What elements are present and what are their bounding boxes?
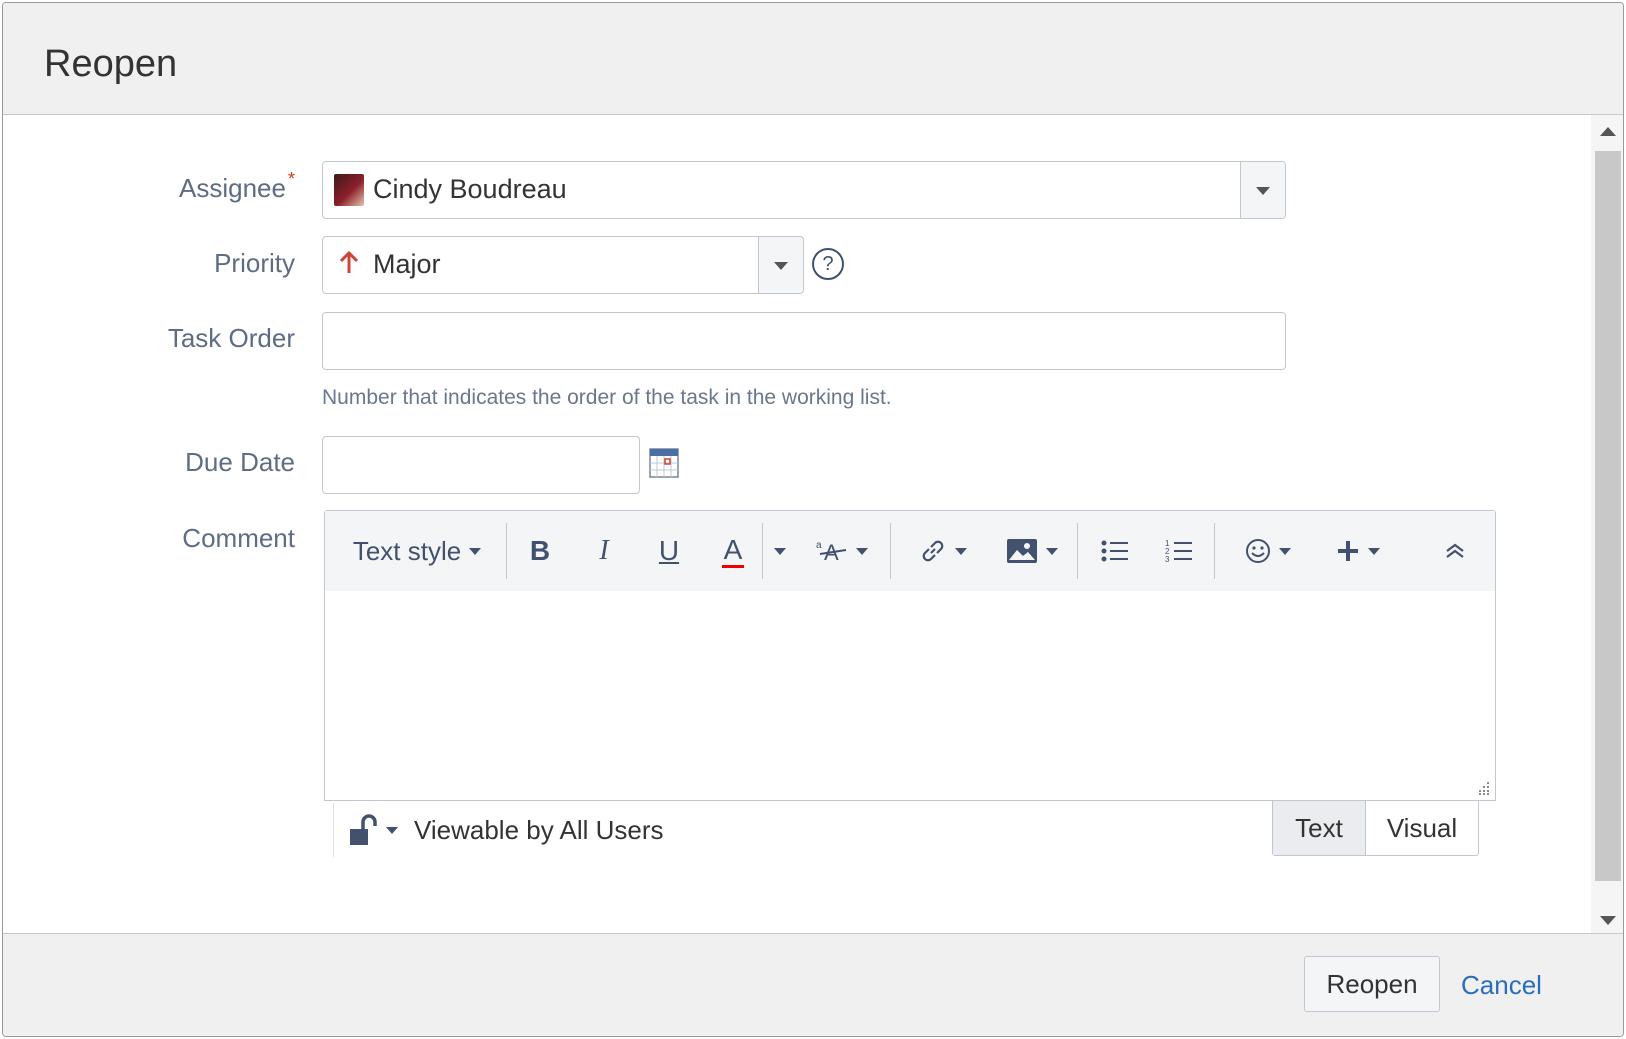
link-icon xyxy=(922,540,944,562)
visibility-selector[interactable]: Viewable by All Users xyxy=(333,803,694,857)
dialog-body: Assignee * Cindy Boudreau Priority Major … xyxy=(3,115,1593,937)
dialog-scrollbar[interactable] xyxy=(1591,115,1623,937)
toolbar-separator xyxy=(890,523,891,579)
toolbar-separator xyxy=(1077,523,1078,579)
comment-textarea[interactable] xyxy=(325,591,1495,800)
visibility-label: Viewable by All Users xyxy=(414,815,664,845)
chevron-down-icon xyxy=(1279,547,1291,555)
text-style-label: Text style xyxy=(352,535,462,566)
editor-toolbar: Text style B I U A a A xyxy=(325,511,1495,592)
text-color-button[interactable]: A xyxy=(713,511,753,591)
dialog-footer: Reopen Cancel xyxy=(3,933,1623,1036)
avatar xyxy=(334,174,364,206)
scroll-down-arrow-icon[interactable] xyxy=(1600,916,1616,925)
chevron-down-icon xyxy=(386,827,398,834)
priority-value: Major xyxy=(373,249,441,279)
task-order-hint: Number that indicates the order of the t… xyxy=(322,386,892,409)
svg-text:a: a xyxy=(816,540,822,551)
text-color-icon: A xyxy=(721,534,745,568)
help-icon[interactable]: ? xyxy=(812,248,844,280)
reopen-dialog: Reopen Assignee * Cindy Boudreau Priority… xyxy=(2,2,1624,1037)
numbered-list-icon: 1 2 3 xyxy=(1165,539,1192,563)
chevron-down-icon xyxy=(1046,547,1058,555)
due-date-label: Due Date xyxy=(185,447,295,477)
arrow-up-icon xyxy=(339,251,359,273)
chevron-down-icon xyxy=(774,262,788,270)
italic-button[interactable]: I xyxy=(584,511,624,591)
underline-button[interactable]: U xyxy=(649,511,689,591)
double-chevron-up-icon xyxy=(1446,543,1464,558)
tab-text[interactable]: Text xyxy=(1273,801,1366,855)
chevron-down-icon xyxy=(856,547,868,555)
dialog-title: Reopen xyxy=(44,43,178,85)
scroll-thumb[interactable] xyxy=(1595,151,1621,881)
assignee-value: Cindy Boudreau xyxy=(373,174,567,204)
svg-text:3: 3 xyxy=(1165,555,1170,563)
toolbar-separator xyxy=(1214,523,1215,579)
required-marker: * xyxy=(287,169,295,189)
toolbar-separator xyxy=(762,523,763,579)
chevron-down-icon xyxy=(955,547,967,555)
resize-handle-icon[interactable] xyxy=(1476,781,1490,795)
collapse-toolbar-button[interactable] xyxy=(1435,511,1475,591)
due-date-input[interactable] xyxy=(322,436,640,494)
text-style-dropdown[interactable]: Text style xyxy=(347,511,487,591)
assignee-label-text: Assignee xyxy=(179,173,286,203)
text-color-dropdown[interactable] xyxy=(765,511,795,591)
chevron-down-icon xyxy=(1256,187,1270,195)
plus-icon xyxy=(1338,541,1358,561)
image-button[interactable] xyxy=(997,511,1067,591)
link-button[interactable] xyxy=(908,511,978,591)
editor-mode-tabs: Text Visual xyxy=(1272,801,1479,856)
assignee-select[interactable]: Cindy Boudreau xyxy=(322,161,1286,219)
unlock-icon xyxy=(350,814,377,845)
insert-more-button[interactable] xyxy=(1323,511,1393,591)
tab-visual[interactable]: Visual xyxy=(1366,801,1478,855)
chevron-down-icon xyxy=(774,547,786,555)
bullet-list-button[interactable] xyxy=(1095,511,1135,591)
priority-dropdown-button[interactable] xyxy=(758,237,803,293)
bold-button[interactable]: B xyxy=(520,511,560,591)
smiley-icon xyxy=(1246,539,1270,563)
assignee-dropdown-button[interactable] xyxy=(1240,162,1285,218)
comment-editor: Text style B I U A a A xyxy=(324,510,1496,801)
bullet-list-icon xyxy=(1101,540,1128,562)
priority-label: Priority xyxy=(214,248,295,278)
comment-label: Comment xyxy=(182,523,295,553)
chevron-down-icon xyxy=(469,547,482,555)
reopen-button[interactable]: Reopen xyxy=(1304,956,1440,1012)
calendar-icon[interactable] xyxy=(649,448,679,478)
task-order-label: Task Order xyxy=(167,323,295,353)
toolbar-separator xyxy=(506,523,507,579)
scroll-up-arrow-icon[interactable] xyxy=(1600,127,1616,136)
more-formatting-button[interactable]: a A xyxy=(807,511,877,591)
image-icon xyxy=(1007,539,1037,563)
clear-formatting-icon: a A xyxy=(816,540,847,564)
priority-select[interactable]: Major xyxy=(322,236,804,294)
emoticon-button[interactable] xyxy=(1233,511,1303,591)
numbered-list-button[interactable]: 1 2 3 xyxy=(1159,511,1199,591)
chevron-down-icon xyxy=(1368,547,1380,555)
task-order-input[interactable] xyxy=(322,312,1286,370)
dialog-header: Reopen xyxy=(3,3,1623,115)
assignee-label: Assignee * xyxy=(15,169,295,204)
cancel-link[interactable]: Cancel xyxy=(1461,970,1542,1001)
